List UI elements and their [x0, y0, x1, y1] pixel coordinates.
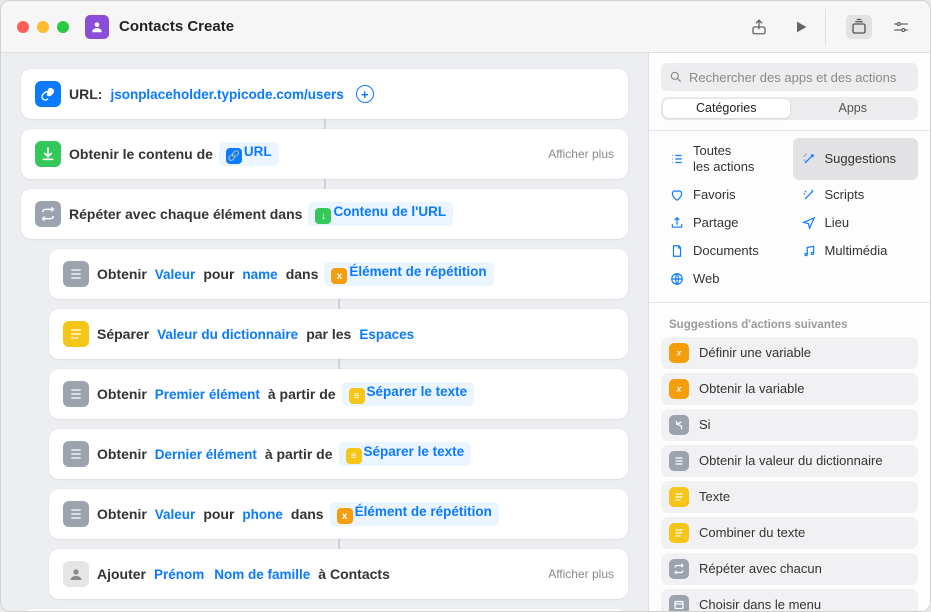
globe-icon — [669, 271, 685, 287]
wand-icon — [801, 151, 817, 167]
category-favorites[interactable]: Favoris — [661, 182, 787, 208]
list-icon — [63, 261, 89, 287]
action-get-dict-value-phone[interactable]: Obtenir Valeur pour phone dans xÉlément … — [49, 489, 628, 539]
action-get-contents[interactable]: Obtenir le contenu de 🔗URL Afficher plus — [21, 129, 628, 179]
action-add-contact[interactable]: Ajouter Prénom Nom de famille à Contacts… — [49, 549, 628, 599]
suggestion-icon: x — [669, 343, 689, 363]
share-button[interactable] — [749, 17, 769, 37]
suggestion-label: Si — [699, 417, 711, 432]
suggestion-label: Texte — [699, 489, 730, 504]
suggestion-label: Définir une variable — [699, 345, 811, 360]
suggestion-item[interactable]: Si — [661, 409, 918, 441]
suggestion-label: Choisir dans le menu — [699, 597, 821, 611]
workflow-editor[interactable]: URL: jsonplaceholder.typicode.com/users … — [1, 53, 648, 611]
link-icon — [35, 81, 61, 107]
suggestion-icon — [669, 559, 689, 579]
suggestion-item[interactable]: Répéter avec chacun — [661, 553, 918, 585]
action-get-last-item[interactable]: Obtenir Dernier élément à partir de ≡Sép… — [49, 429, 628, 479]
category-all-actions[interactable]: Toutes les actions — [661, 138, 787, 179]
list-icon — [63, 441, 89, 467]
download-icon — [35, 141, 61, 167]
shortcut-title: Contacts Create — [119, 18, 234, 35]
window-controls — [17, 21, 69, 33]
suggestion-item[interactable]: Texte — [661, 481, 918, 513]
action-get-first-item[interactable]: Obtenir Premier élément à partir de ≡Sép… — [49, 369, 628, 419]
suggestion-icon — [669, 523, 689, 543]
suggestion-label: Obtenir la variable — [699, 381, 805, 396]
category-suggestions[interactable]: Suggestions — [793, 138, 919, 179]
share-icon — [669, 215, 685, 231]
repeat-item-token[interactable]: xÉlément de répétition — [330, 502, 499, 526]
close-window-button[interactable] — [17, 21, 29, 33]
category-web[interactable]: Web — [661, 266, 787, 292]
action-end-repeat[interactable]: Fin de la récurrence — [21, 609, 628, 611]
suggestion-icon — [669, 595, 689, 611]
list-icon — [63, 381, 89, 407]
repeat-item-token[interactable]: xÉlément de répétition — [324, 262, 493, 286]
split-text-token[interactable]: ≡Séparer le texte — [342, 382, 475, 406]
action-split-text[interactable]: Séparer Valeur du dictionnaire par les E… — [49, 309, 628, 359]
heart-icon — [669, 187, 685, 203]
list-icon — [669, 151, 685, 167]
action-repeat-each[interactable]: Répéter avec chaque élément dans ↓Conten… — [21, 189, 628, 239]
suggestion-icon — [669, 451, 689, 471]
svg-text:x: x — [676, 384, 682, 393]
suggestions-header: Suggestions d'actions suivantes — [649, 311, 930, 337]
contents-token[interactable]: ↓Contenu de l'URL — [308, 202, 453, 226]
location-icon — [801, 215, 817, 231]
document-icon — [669, 243, 685, 259]
contacts-icon — [63, 561, 89, 587]
music-icon — [801, 243, 817, 259]
action-url[interactable]: URL: jsonplaceholder.typicode.com/users … — [21, 69, 628, 119]
suggestion-label: Obtenir la valeur du dictionnaire — [699, 453, 883, 468]
category-sharing[interactable]: Partage — [661, 210, 787, 236]
url-value[interactable]: jsonplaceholder.typicode.com/users — [108, 85, 345, 103]
show-more-button[interactable]: Afficher plus — [548, 567, 614, 581]
settings-toggle-button[interactable] — [888, 15, 914, 39]
category-media[interactable]: Multimédia — [793, 238, 919, 264]
list-icon — [63, 501, 89, 527]
text-icon — [63, 321, 89, 347]
suggestion-item[interactable]: x Définir une variable — [661, 337, 918, 369]
split-text-token[interactable]: ≡Séparer le texte — [339, 442, 472, 466]
search-icon — [669, 70, 683, 84]
url-label: URL: — [69, 86, 102, 102]
library-sidebar: Rechercher des apps et des actions Catég… — [648, 53, 930, 611]
show-more-button[interactable]: Afficher plus — [548, 147, 614, 161]
category-documents[interactable]: Documents — [661, 238, 787, 264]
action-get-dict-value-name[interactable]: Obtenir Valeur pour name dans xÉlément d… — [49, 249, 628, 299]
suggestion-label: Répéter avec chacun — [699, 561, 822, 576]
url-token[interactable]: 🔗URL — [219, 142, 279, 166]
tab-categories[interactable]: Catégories — [663, 99, 790, 118]
library-tabs[interactable]: Catégories Apps — [661, 97, 918, 120]
library-toggle-button[interactable] — [846, 15, 872, 39]
search-input[interactable]: Rechercher des apps et des actions — [661, 63, 918, 91]
category-scripts[interactable]: Scripts — [793, 182, 919, 208]
suggestion-item[interactable]: x Obtenir la variable — [661, 373, 918, 405]
category-location[interactable]: Lieu — [793, 210, 919, 236]
titlebar: Contacts Create — [1, 1, 930, 53]
shortcut-icon — [85, 15, 109, 39]
svg-text:x: x — [676, 348, 682, 357]
add-url-button[interactable]: + — [356, 85, 374, 103]
suggestion-icon — [669, 415, 689, 435]
repeat-icon — [35, 201, 61, 227]
suggestion-item[interactable]: Obtenir la valeur du dictionnaire — [661, 445, 918, 477]
minimize-window-button[interactable] — [37, 21, 49, 33]
suggestion-label: Combiner du texte — [699, 525, 805, 540]
suggestion-icon: x — [669, 379, 689, 399]
run-button[interactable] — [791, 17, 811, 37]
tab-apps[interactable]: Apps — [790, 99, 917, 118]
suggestion-item[interactable]: Combiner du texte — [661, 517, 918, 549]
suggestion-item[interactable]: Choisir dans le menu — [661, 589, 918, 611]
fullscreen-window-button[interactable] — [57, 21, 69, 33]
wand-icon — [801, 187, 817, 203]
suggestion-icon — [669, 487, 689, 507]
